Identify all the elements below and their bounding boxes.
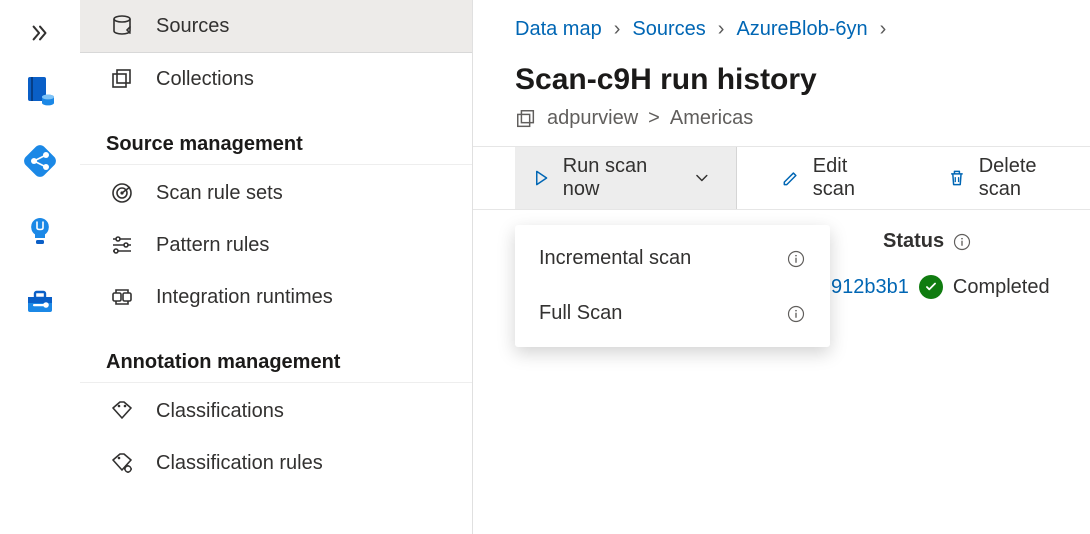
tag-gear-icon <box>110 451 134 475</box>
sidebar-item-label: Classifications <box>156 400 284 423</box>
tags-icon <box>110 399 134 423</box>
collections-icon <box>110 67 134 91</box>
sidebar-section-annotation-mgmt: Annotation management <box>80 323 472 383</box>
book-db-icon <box>24 75 56 107</box>
sidebar-item-label: Pattern rules <box>156 234 269 257</box>
collection-root: adpurview <box>547 107 638 130</box>
sidebar-item-label: Integration runtimes <box>156 286 333 309</box>
radar-icon <box>110 181 134 205</box>
rail-data-map-button[interactable] <box>0 126 80 196</box>
rail-insights-button[interactable] <box>0 196 80 266</box>
status-cell: Completed <box>919 275 1050 299</box>
pencil-icon <box>781 167 801 189</box>
page-title: Scan-c9H run history <box>515 63 1048 97</box>
title-block: Scan-c9H run history adpurview > America… <box>473 51 1090 146</box>
info-icon[interactable] <box>952 232 972 252</box>
sidebar-item-scan-rule-sets[interactable]: Scan rule sets <box>80 167 472 219</box>
sidebar-item-label: Classification rules <box>156 452 323 475</box>
rail-catalog-button[interactable] <box>0 56 80 126</box>
integration-icon <box>110 285 134 309</box>
sidebar-item-classifications[interactable]: Classifications <box>80 385 472 437</box>
run-scan-label: Run scan now <box>563 155 677 201</box>
rail-management-button[interactable] <box>0 266 80 336</box>
chevron-right-icon: › <box>614 18 621 41</box>
icon-rail <box>0 0 80 534</box>
run-scan-dropdown: Incremental scan Full Scan <box>515 225 830 347</box>
breadcrumb-source-name[interactable]: AzureBlob-6yn <box>736 18 867 41</box>
dropdown-item-label: Incremental scan <box>539 247 691 270</box>
breadcrumb-data-map[interactable]: Data map <box>515 18 602 41</box>
collection-path: adpurview > Americas <box>515 107 1048 130</box>
chevron-double-right-icon <box>29 22 51 44</box>
chevron-down-icon <box>692 167 712 189</box>
run-scan-now-button[interactable]: Run scan now <box>515 147 737 209</box>
delete-scan-button[interactable]: Delete scan <box>931 147 1090 209</box>
info-icon[interactable] <box>786 249 806 269</box>
sidebar-item-collections[interactable]: Collections <box>80 53 472 105</box>
edit-scan-label: Edit scan <box>813 155 887 201</box>
info-icon[interactable] <box>786 304 806 324</box>
column-header-status[interactable]: Status <box>883 230 972 253</box>
lightbulb-icon <box>24 215 56 247</box>
path-separator: > <box>648 107 660 130</box>
sidebar-item-classification-rules[interactable]: Classification rules <box>80 437 472 489</box>
sidebar-item-pattern-rules[interactable]: Pattern rules <box>80 219 472 271</box>
data-map-icon <box>24 145 56 177</box>
status-label: Completed <box>953 276 1050 299</box>
toolbox-icon <box>24 285 56 317</box>
sidebar-section-source-mgmt: Source management <box>80 105 472 165</box>
chevron-right-icon: › <box>718 18 725 41</box>
database-icon <box>110 14 134 38</box>
dropdown-incremental-scan[interactable]: Incremental scan <box>515 231 830 286</box>
collection-leaf: Americas <box>670 107 753 130</box>
delete-scan-label: Delete scan <box>979 155 1074 201</box>
main-content: Data map › Sources › AzureBlob-6yn › Sca… <box>473 0 1090 534</box>
breadcrumb: Data map › Sources › AzureBlob-6yn › <box>473 0 1090 51</box>
sliders-icon <box>110 233 134 257</box>
chevron-right-icon: › <box>880 18 887 41</box>
collections-icon <box>515 108 537 130</box>
dropdown-full-scan[interactable]: Full Scan <box>515 286 830 341</box>
sidebar-item-label: Scan rule sets <box>156 182 283 205</box>
sidebar-item-sources[interactable]: Sources <box>80 0 472 53</box>
expand-rail-button[interactable] <box>0 14 79 52</box>
trash-icon <box>947 167 967 189</box>
sidebar-item-integration-runtimes[interactable]: Integration runtimes <box>80 271 472 323</box>
sidebar: Sources Collections Source management Sc… <box>80 0 473 534</box>
sidebar-item-label: Sources <box>156 15 229 38</box>
sidebar-item-label: Collections <box>156 68 254 91</box>
run-id-link[interactable]: 912b3b1 <box>831 276 909 299</box>
dropdown-item-label: Full Scan <box>539 302 622 325</box>
toolbar: Run scan now Edit scan Delete scan <box>473 146 1090 210</box>
play-icon <box>531 167 551 189</box>
edit-scan-button[interactable]: Edit scan <box>765 147 903 209</box>
breadcrumb-sources[interactable]: Sources <box>632 18 705 41</box>
check-circle-icon <box>919 275 943 299</box>
